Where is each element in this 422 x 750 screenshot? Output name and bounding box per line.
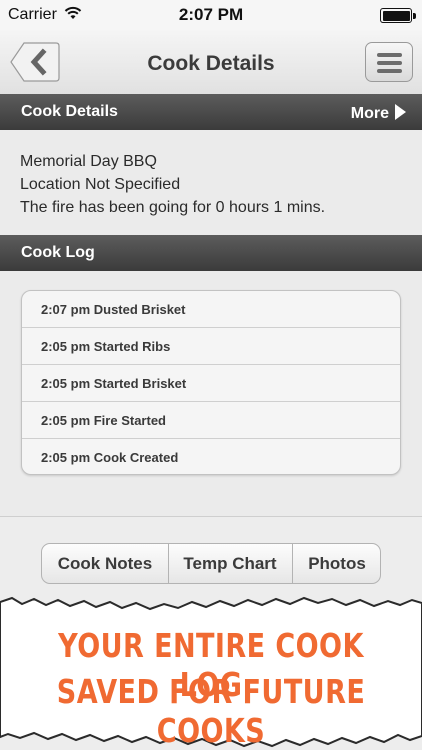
log-entry[interactable]: 2:05 pm Started Brisket [22,365,400,402]
log-entry[interactable]: 2:05 pm Started Ribs [22,328,400,365]
cook-details-header: Cook Details More [0,94,422,130]
fire-duration: The fire has been going for 0 hours 1 mi… [20,199,326,216]
log-entry[interactable]: 2:05 pm Fire Started [22,402,400,439]
status-bar: Carrier 2:07 PM [0,0,422,30]
log-entry[interactable]: 2:07 pm Dusted Brisket [22,291,400,328]
clock: 2:07 PM [178,5,244,24]
page-title: Cook Details [147,52,275,75]
section-title: Cook Details [21,103,118,120]
hamburger-icon-bar [377,69,402,73]
cook-name: Memorial Day BBQ [20,153,157,170]
hamburger-icon-bar [377,61,402,65]
promo-line-2: SAVED FOR FUTURE COOKS [56,672,366,750]
section-title: Cook Log [21,244,95,261]
detail-tabs: Cook Notes Temp Chart Photos [41,543,381,584]
play-arrow-icon [395,104,406,120]
promo-banner: YOUR ENTIRE COOK LOG SAVED FOR FUTURE CO… [0,596,422,750]
battery-icon [380,8,416,23]
cook-details-info: Memorial Day BBQ Location Not Specified … [20,150,325,219]
tab-cook-notes[interactable]: Cook Notes [42,544,169,583]
tab-photos[interactable]: Photos [293,544,381,583]
hamburger-icon [377,53,402,57]
more-button[interactable]: More [351,104,406,123]
nav-bar: Cook Details [0,30,422,95]
cook-log-list: 2:07 pm Dusted Brisket 2:05 pm Started R… [21,290,401,475]
tab-temp-chart[interactable]: Temp Chart [168,544,293,583]
menu-button[interactable] [365,42,413,82]
cook-log-header: Cook Log [0,235,422,271]
more-label: More [350,105,389,122]
log-entry[interactable]: 2:05 pm Cook Created [22,439,400,474]
cook-location: Location Not Specified [20,176,181,193]
